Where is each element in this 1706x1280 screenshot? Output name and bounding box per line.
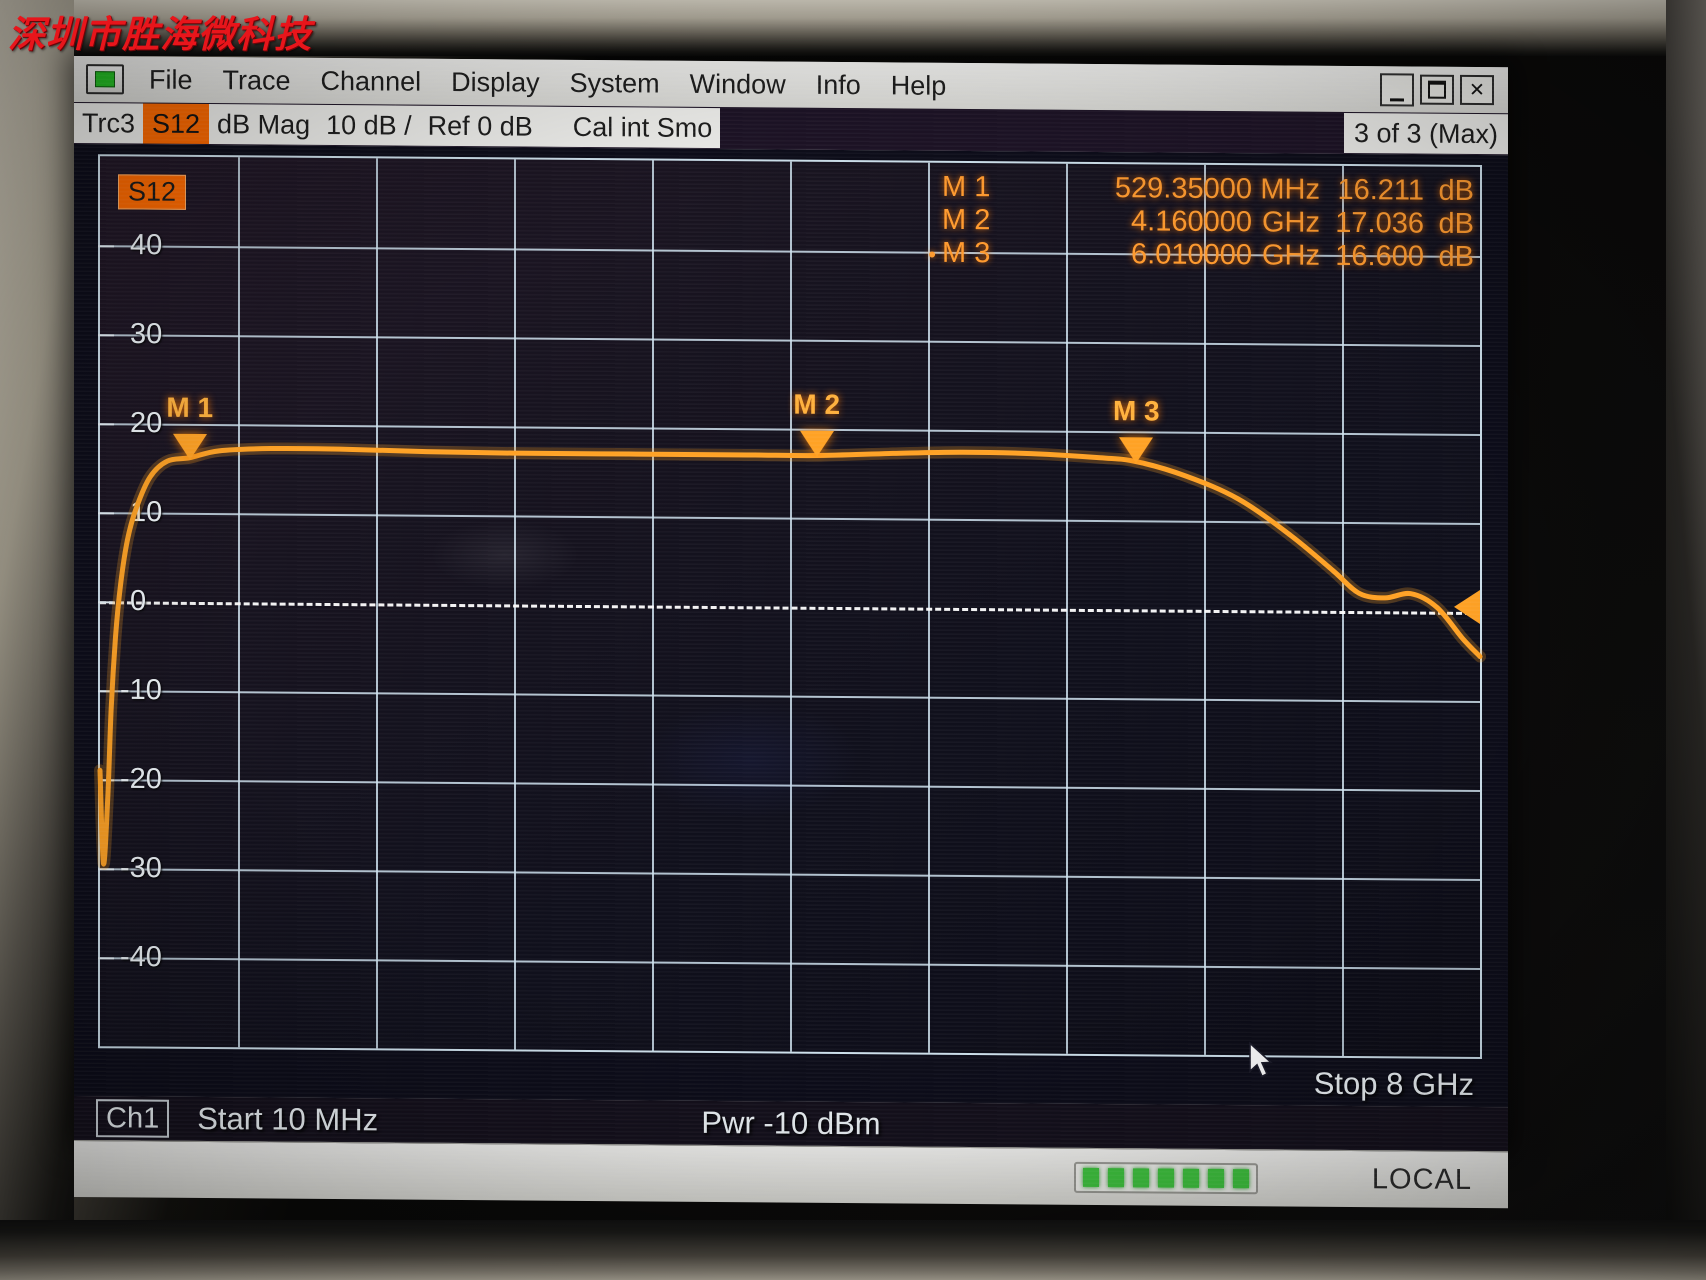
- trace-end-marker-icon: [1454, 589, 1480, 624]
- power-level[interactable]: Pwr -10 dBm: [701, 1105, 880, 1142]
- bezel-right: [1666, 0, 1706, 1280]
- bezel-left: [0, 0, 74, 1280]
- local-mode-label[interactable]: LOCAL: [1372, 1163, 1472, 1197]
- trace-parameter[interactable]: S12: [143, 103, 210, 145]
- trace-curve: [94, 442, 1486, 870]
- progress-segment: [1208, 1168, 1224, 1188]
- menu-item-system[interactable]: System: [555, 61, 675, 106]
- progress-segment: [1233, 1168, 1249, 1188]
- plot-marker-triangle-icon[interactable]: [799, 431, 834, 458]
- menu-item-info[interactable]: Info: [801, 63, 876, 108]
- progress-segment: [1158, 1168, 1174, 1188]
- menu-item-file[interactable]: File: [134, 57, 208, 102]
- menu-item-help[interactable]: Help: [876, 63, 962, 108]
- trace-glow: [94, 442, 1486, 870]
- channel-chip[interactable]: Ch1: [96, 1099, 170, 1138]
- watermark-text: 深圳市胜海微科技: [8, 15, 312, 56]
- plot-marker-label[interactable]: M 1: [166, 391, 213, 423]
- menu-item-window[interactable]: Window: [675, 62, 801, 107]
- trace-line-s12: [97, 445, 1483, 867]
- close-icon[interactable]: ✕: [1460, 74, 1494, 106]
- menu-item-trace[interactable]: Trace: [208, 58, 306, 103]
- plot-marker-label[interactable]: M 2: [793, 389, 840, 421]
- stop-frequency-label: Stop 8 GHz: [1313, 1065, 1474, 1102]
- plot-marker-triangle-icon[interactable]: [1119, 437, 1154, 464]
- trace-name[interactable]: Trc3: [74, 103, 143, 144]
- trace-format[interactable]: dB Mag: [209, 104, 319, 145]
- progress-segment: [1083, 1167, 1099, 1187]
- mouse-cursor-icon: [1249, 1041, 1273, 1078]
- trace-cal-state[interactable]: Cal int Smo: [564, 106, 721, 149]
- plot-frame[interactable]: S12 40 30 20 10 0 -10 -20 -30 -40 M 1 529.35000 MH…: [94, 154, 1486, 1078]
- menu-item-display[interactable]: Display: [436, 60, 555, 105]
- start-frequency[interactable]: Start 10 MHz: [197, 1101, 378, 1138]
- trace-reference[interactable]: Ref 0 dB: [419, 105, 541, 147]
- minimize-icon[interactable]: [1380, 72, 1414, 107]
- window-count: 3 of 3 (Max): [1343, 112, 1508, 155]
- menu-item-channel[interactable]: Channel: [306, 59, 437, 104]
- restore-icon[interactable]: [1420, 74, 1454, 105]
- instrument-icon[interactable]: [86, 64, 124, 95]
- plot-marker-triangle-icon[interactable]: [172, 433, 207, 460]
- vna-screen: File Trace Channel Display System Window…: [74, 56, 1508, 1152]
- progress-segment: [1183, 1168, 1199, 1188]
- sweep-progress-indicator: [1074, 1161, 1258, 1194]
- bezel-bottom: [0, 1220, 1706, 1280]
- trace-scale[interactable]: 10 dB /: [318, 104, 420, 146]
- progress-segment: [1108, 1167, 1124, 1187]
- window-controls: ✕: [1380, 72, 1508, 107]
- diagram-area: S12 40 30 20 10 0 -10 -20 -30 -40 M 1 529.35000 MH…: [74, 144, 1508, 1108]
- plot-marker-label[interactable]: M 3: [1113, 395, 1160, 427]
- progress-segment: [1133, 1167, 1149, 1187]
- status-bar: LOCAL: [74, 1140, 1508, 1209]
